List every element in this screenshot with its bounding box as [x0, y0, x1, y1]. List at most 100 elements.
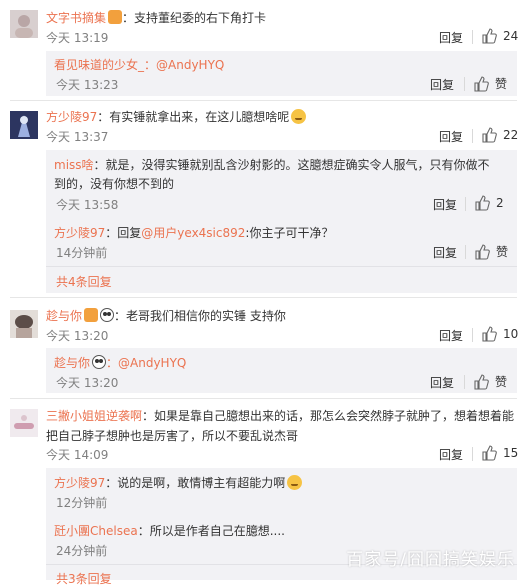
reply-username[interactable]: 趁与你 — [54, 356, 90, 370]
reply-button[interactable]: 回复 — [430, 76, 454, 93]
divider — [10, 297, 517, 298]
like-count: 24 — [503, 29, 519, 43]
like-button[interactable]: 赞 — [473, 373, 507, 390]
like-count: 10 — [503, 327, 519, 341]
reply-time: 24分钟前 — [56, 544, 108, 558]
like-button[interactable]: 24 — [481, 28, 518, 44]
comment-time: 今天 13:37 — [46, 130, 109, 144]
reply-button[interactable]: 回复 — [433, 244, 457, 261]
comment-text: ：支持董纪委的右下角打卡 — [122, 11, 267, 25]
reply-text-cont: 到的，没有你想不到的 — [54, 177, 175, 191]
reply-time: 今天 13:58 — [56, 198, 119, 212]
avatar[interactable] — [10, 409, 38, 437]
like-button[interactable]: 22 — [481, 127, 518, 143]
vip-badge-icon — [84, 308, 99, 322]
like-label: 赞 — [496, 245, 509, 259]
reply-list: miss啥：就是，没得实锤就别乱含沙射影的。这臆想症确实令人服气，只有你做不 到… — [46, 150, 517, 293]
reply-text: ：所以是作者自己在臆想.... — [137, 524, 285, 538]
reply-prefix: ：回复 — [105, 226, 142, 240]
thumb-up-icon — [482, 28, 497, 44]
list-item: 看见味道的少女_：@AndyHYQ — [54, 56, 224, 73]
list-item: 趁与你 ：@AndyHYQ — [54, 354, 186, 371]
divider — [10, 398, 517, 399]
reply-button[interactable]: 回复 — [430, 374, 454, 391]
thumb-up-icon — [474, 75, 489, 92]
reply-text[interactable]: ：@AndyHYQ — [144, 58, 224, 72]
avatar[interactable] — [10, 111, 38, 139]
avatar-image — [10, 10, 38, 38]
divider — [465, 245, 466, 259]
comment-username[interactable]: 文字书摘集 — [46, 11, 106, 25]
comment-text: ：有实锤就拿出来，在这儿臆想啥呢 — [97, 110, 290, 124]
comment-time: 今天 13:20 — [46, 329, 109, 343]
avatar-image — [10, 409, 38, 437]
divider — [472, 328, 473, 342]
laugh-emoji-icon — [287, 475, 303, 490]
reply-button[interactable]: 回复 — [439, 327, 463, 344]
avatar-image — [10, 111, 38, 139]
reply-time: 今天 13:23 — [56, 78, 119, 92]
divider — [465, 197, 466, 211]
avatar[interactable] — [10, 310, 38, 338]
watermark: 百家号/囧囧搞笑娱乐 — [346, 550, 515, 570]
like-count: 22 — [503, 128, 519, 142]
panda-emoji-icon — [92, 355, 107, 369]
divider — [10, 100, 517, 101]
reply-text: ：就是，没得实锤就别乱含沙射影的。这臆想症确实令人服气，只有你做不 — [93, 158, 490, 172]
reply-username[interactable]: miss啥 — [54, 158, 94, 172]
reply-time: 12分钟前 — [56, 496, 108, 510]
mention-link[interactable]: @用户yex4sic892 — [141, 226, 245, 240]
vip-badge-icon — [108, 10, 123, 24]
reply-time: 14分钟前 — [56, 246, 108, 260]
reply-button[interactable]: 回复 — [433, 196, 457, 213]
reply-username[interactable]: 方少陵97 — [54, 476, 105, 490]
divider — [464, 77, 465, 91]
like-label: 赞 — [495, 375, 508, 389]
like-button[interactable]: 赞 — [473, 75, 507, 92]
reply-list: 趁与你 ：@AndyHYQ 今天 13:20 回复 赞 — [46, 348, 517, 393]
comment-username[interactable]: 三撇小姐姐逆袭啊 — [46, 409, 142, 423]
list-item: 瓩小團Chelsea：所以是作者自己在臆想.... — [54, 522, 285, 539]
comment-username[interactable]: 趁与你 — [46, 309, 82, 323]
divider — [472, 129, 473, 143]
reply-list: 看见味道的少女_：@AndyHYQ 今天 13:23 回复 赞 — [46, 51, 517, 96]
divider — [46, 266, 517, 267]
avatar[interactable] — [10, 10, 38, 38]
avatar-image — [10, 310, 38, 338]
like-button[interactable]: 10 — [481, 326, 518, 342]
reply-text: :你主子可干净？ — [245, 226, 334, 240]
like-button[interactable]: 2 — [474, 195, 504, 211]
reply-text: ：说的是啊，敢情博主有超能力啊 — [105, 476, 286, 490]
list-item: 方少陵97：说的是啊，敢情博主有超能力啊 — [54, 474, 303, 491]
list-item: 方少陵97：回复@用户yex4sic892:你主子可干净？ — [54, 224, 333, 241]
reply-button[interactable]: 回复 — [439, 446, 463, 463]
reply-username[interactable]: 方少陵97 — [54, 226, 105, 240]
thumb-up-icon — [475, 243, 490, 260]
comment-text-cont: 把自己脖子想肿也是厉害了，所以不要乱说杰哥 — [46, 429, 299, 443]
thumb-up-icon — [482, 445, 497, 461]
like-label: 赞 — [495, 77, 508, 91]
comment-username[interactable]: 方少陵97 — [46, 110, 97, 124]
thumb-up-icon — [482, 127, 497, 143]
more-replies-link[interactable]: 共3条回复 — [56, 570, 112, 587]
panda-emoji-icon — [100, 308, 115, 322]
reply-username[interactable]: 瓩小團Chelsea — [54, 524, 138, 538]
list-item: miss啥：就是，没得实锤就别乱含沙射影的。这臆想症确实令人服气，只有你做不 到… — [54, 156, 494, 194]
more-replies-link[interactable]: 共4条回复 — [56, 273, 112, 290]
comment-text: ：老哥我们相信你的实锤 支持你 — [114, 309, 286, 323]
like-count: 2 — [496, 196, 504, 210]
like-button[interactable]: 15 — [481, 445, 518, 461]
grin-emoji-icon — [291, 109, 307, 124]
thumb-up-icon — [482, 326, 497, 342]
like-button[interactable]: 赞 — [474, 243, 508, 260]
reply-button[interactable]: 回复 — [439, 29, 463, 46]
divider — [464, 375, 465, 389]
divider — [472, 447, 473, 461]
reply-username[interactable]: 看见味道的少女_ — [54, 58, 144, 72]
thumb-up-icon — [474, 373, 489, 390]
thumb-up-icon — [475, 195, 490, 211]
comment-time: 今天 14:09 — [46, 448, 109, 462]
reply-button[interactable]: 回复 — [439, 128, 463, 145]
reply-text[interactable]: ：@AndyHYQ — [106, 356, 186, 370]
comment-text: ：如果是靠自己臆想出来的话，那怎么会突然脖子就肿了，想着想着能 — [142, 409, 515, 423]
